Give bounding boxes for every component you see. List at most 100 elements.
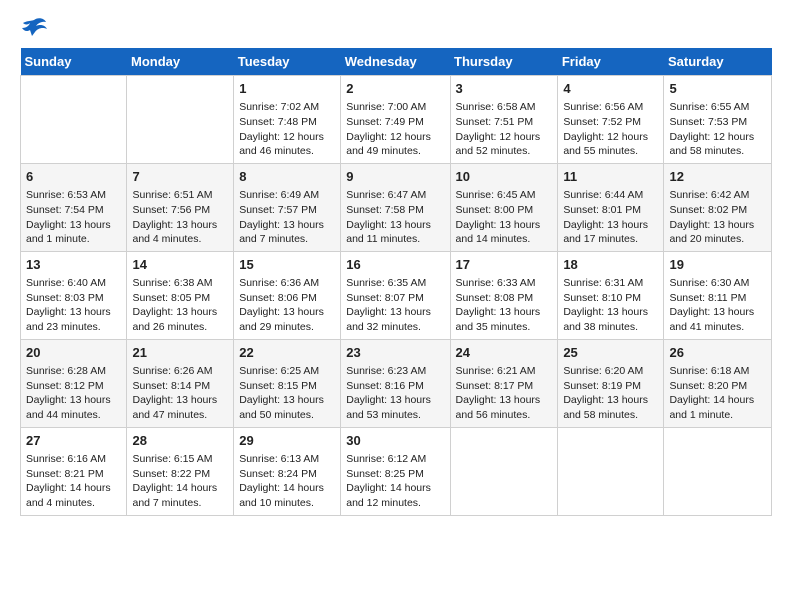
day-number: 6 [26,168,121,186]
day-info: Sunrise: 6:53 AM Sunset: 7:54 PM Dayligh… [26,188,121,247]
logo [20,16,52,38]
day-info: Sunrise: 6:35 AM Sunset: 8:07 PM Dayligh… [346,276,444,335]
day-info: Sunrise: 6:36 AM Sunset: 8:06 PM Dayligh… [239,276,335,335]
day-number: 28 [132,432,228,450]
page-header [20,16,772,38]
day-info: Sunrise: 6:38 AM Sunset: 8:05 PM Dayligh… [132,276,228,335]
day-info: Sunrise: 6:31 AM Sunset: 8:10 PM Dayligh… [563,276,658,335]
day-info: Sunrise: 6:23 AM Sunset: 8:16 PM Dayligh… [346,364,444,423]
calendar-cell: 2Sunrise: 7:00 AM Sunset: 7:49 PM Daylig… [341,76,450,164]
calendar-cell: 7 Sunrise: 6:51 AM Sunset: 7:56 PM Daylig… [127,163,234,251]
calendar-week-row: 6 Sunrise: 6:53 AM Sunset: 7:54 PM Daylig… [21,163,772,251]
calendar-cell: 30 Sunrise: 6:12 AM Sunset: 8:25 PM Dayli… [341,427,450,515]
calendar-cell: 5 Sunrise: 6:55 AM Sunset: 7:53 PM Daylig… [664,76,772,164]
day-number: 7 [132,168,228,186]
weekday-header-friday: Friday [558,48,664,76]
calendar-cell: 19 Sunrise: 6:30 AM Sunset: 8:11 PM Dayli… [664,251,772,339]
calendar-cell: 13 Sunrise: 6:40 AM Sunset: 8:03 PM Dayli… [21,251,127,339]
day-info: Sunrise: 6:26 AM Sunset: 8:14 PM Dayligh… [132,364,228,423]
day-info: Sunrise: 6:15 AM Sunset: 8:22 PM Dayligh… [132,452,228,511]
day-number: 13 [26,256,121,274]
day-info: Sunrise: 6:30 AM Sunset: 8:11 PM Dayligh… [669,276,766,335]
day-number: 23 [346,344,444,362]
day-number: 24 [456,344,553,362]
calendar-cell: 28 Sunrise: 6:15 AM Sunset: 8:22 PM Dayli… [127,427,234,515]
day-info: Sunrise: 6:40 AM Sunset: 8:03 PM Dayligh… [26,276,121,335]
day-info: Sunrise: 6:51 AM Sunset: 7:56 PM Dayligh… [132,188,228,247]
calendar-week-row: 20Sunrise: 6:28 AM Sunset: 8:12 PM Dayli… [21,339,772,427]
day-number: 22 [239,344,335,362]
calendar-cell [21,76,127,164]
calendar-week-row: 13 Sunrise: 6:40 AM Sunset: 8:03 PM Dayli… [21,251,772,339]
calendar-cell: 8Sunrise: 6:49 AM Sunset: 7:57 PM Daylig… [234,163,341,251]
calendar-cell: 27Sunrise: 6:16 AM Sunset: 8:21 PM Dayli… [21,427,127,515]
day-info: Sunrise: 6:56 AM Sunset: 7:52 PM Dayligh… [563,100,658,159]
calendar-cell: 26 Sunrise: 6:18 AM Sunset: 8:20 PM Dayli… [664,339,772,427]
day-number: 10 [456,168,553,186]
calendar-cell: 14 Sunrise: 6:38 AM Sunset: 8:05 PM Dayli… [127,251,234,339]
day-number: 30 [346,432,444,450]
calendar-cell [558,427,664,515]
day-number: 11 [563,168,658,186]
calendar-cell: 6 Sunrise: 6:53 AM Sunset: 7:54 PM Daylig… [21,163,127,251]
day-info: Sunrise: 6:44 AM Sunset: 8:01 PM Dayligh… [563,188,658,247]
calendar-cell: 20Sunrise: 6:28 AM Sunset: 8:12 PM Dayli… [21,339,127,427]
weekday-header-row: SundayMondayTuesdayWednesdayThursdayFrid… [21,48,772,76]
weekday-header-wednesday: Wednesday [341,48,450,76]
day-number: 4 [563,80,658,98]
calendar-week-row: 27Sunrise: 6:16 AM Sunset: 8:21 PM Dayli… [21,427,772,515]
day-info: Sunrise: 6:20 AM Sunset: 8:19 PM Dayligh… [563,364,658,423]
calendar-cell: 22 Sunrise: 6:25 AM Sunset: 8:15 PM Dayli… [234,339,341,427]
calendar-cell: 10 Sunrise: 6:45 AM Sunset: 8:00 PM Dayli… [450,163,558,251]
day-number: 25 [563,344,658,362]
calendar-cell [127,76,234,164]
calendar-cell: 9Sunrise: 6:47 AM Sunset: 7:58 PM Daylig… [341,163,450,251]
calendar-table: SundayMondayTuesdayWednesdayThursdayFrid… [20,48,772,516]
day-number: 17 [456,256,553,274]
weekday-header-tuesday: Tuesday [234,48,341,76]
day-number: 2 [346,80,444,98]
calendar-cell: 24 Sunrise: 6:21 AM Sunset: 8:17 PM Dayli… [450,339,558,427]
calendar-cell: 21 Sunrise: 6:26 AM Sunset: 8:14 PM Dayli… [127,339,234,427]
day-number: 12 [669,168,766,186]
calendar-cell [450,427,558,515]
day-info: Sunrise: 6:18 AM Sunset: 8:20 PM Dayligh… [669,364,766,423]
weekday-header-sunday: Sunday [21,48,127,76]
day-number: 26 [669,344,766,362]
day-info: Sunrise: 6:16 AM Sunset: 8:21 PM Dayligh… [26,452,121,511]
day-info: Sunrise: 6:33 AM Sunset: 8:08 PM Dayligh… [456,276,553,335]
day-info: Sunrise: 6:12 AM Sunset: 8:25 PM Dayligh… [346,452,444,511]
day-info: Sunrise: 6:42 AM Sunset: 8:02 PM Dayligh… [669,188,766,247]
calendar-cell: 23 Sunrise: 6:23 AM Sunset: 8:16 PM Dayli… [341,339,450,427]
calendar-cell: 3Sunrise: 6:58 AM Sunset: 7:51 PM Daylig… [450,76,558,164]
weekday-header-thursday: Thursday [450,48,558,76]
day-info: Sunrise: 6:58 AM Sunset: 7:51 PM Dayligh… [456,100,553,159]
calendar-cell: 25 Sunrise: 6:20 AM Sunset: 8:19 PM Dayli… [558,339,664,427]
calendar-week-row: 1Sunrise: 7:02 AM Sunset: 7:48 PM Daylig… [21,76,772,164]
day-number: 29 [239,432,335,450]
weekday-header-saturday: Saturday [664,48,772,76]
calendar-cell [664,427,772,515]
day-number: 5 [669,80,766,98]
day-number: 14 [132,256,228,274]
day-info: Sunrise: 6:25 AM Sunset: 8:15 PM Dayligh… [239,364,335,423]
calendar-cell: 29 Sunrise: 6:13 AM Sunset: 8:24 PM Dayli… [234,427,341,515]
day-number: 19 [669,256,766,274]
day-number: 16 [346,256,444,274]
day-info: Sunrise: 6:28 AM Sunset: 8:12 PM Dayligh… [26,364,121,423]
day-info: Sunrise: 6:49 AM Sunset: 7:57 PM Dayligh… [239,188,335,247]
day-number: 15 [239,256,335,274]
day-number: 18 [563,256,658,274]
day-info: Sunrise: 6:55 AM Sunset: 7:53 PM Dayligh… [669,100,766,159]
calendar-cell: 18 Sunrise: 6:31 AM Sunset: 8:10 PM Dayli… [558,251,664,339]
day-info: Sunrise: 6:21 AM Sunset: 8:17 PM Dayligh… [456,364,553,423]
day-info: Sunrise: 6:13 AM Sunset: 8:24 PM Dayligh… [239,452,335,511]
calendar-cell: 11 Sunrise: 6:44 AM Sunset: 8:01 PM Dayli… [558,163,664,251]
calendar-cell: 15 Sunrise: 6:36 AM Sunset: 8:06 PM Dayli… [234,251,341,339]
day-number: 21 [132,344,228,362]
weekday-header-monday: Monday [127,48,234,76]
day-number: 1 [239,80,335,98]
day-info: Sunrise: 6:47 AM Sunset: 7:58 PM Dayligh… [346,188,444,247]
day-info: Sunrise: 6:45 AM Sunset: 8:00 PM Dayligh… [456,188,553,247]
calendar-cell: 1Sunrise: 7:02 AM Sunset: 7:48 PM Daylig… [234,76,341,164]
